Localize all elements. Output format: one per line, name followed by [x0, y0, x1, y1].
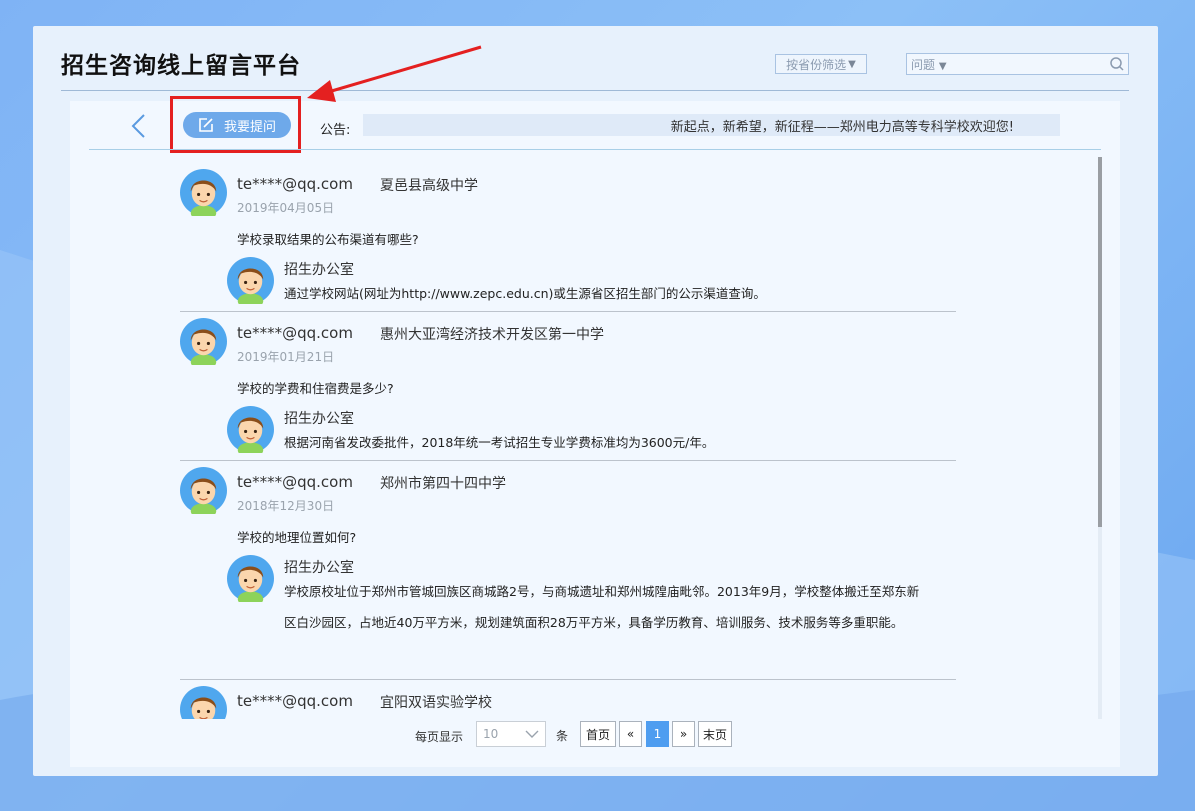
search-category-label: 问题	[911, 57, 936, 72]
page-size-value: 10	[483, 727, 499, 741]
per-page-unit: 条	[556, 729, 569, 743]
list-item: te****@qq.com 夏邑县高级中学 2019年04月05日 学校录取结果…	[180, 169, 956, 314]
answer-text: 根据河南省发改委批件，2018年统一考试招生专业学费标准均为3600元/年。	[284, 435, 715, 450]
question-text: 学校的地理位置如何?	[237, 530, 357, 545]
next-page-button[interactable]: »	[672, 721, 695, 747]
list-item: te****@qq.com 惠州大亚湾经济技术开发区第一中学 2019年01月2…	[180, 318, 956, 463]
post-divider	[180, 311, 956, 312]
replier-name: 招生办公室	[284, 560, 354, 576]
user-avatar	[180, 318, 227, 365]
user-email: te****@qq.com	[237, 175, 353, 193]
toolbar-divider	[89, 149, 1101, 150]
prev-page-button[interactable]: «	[619, 721, 642, 747]
main-window: 招生咨询线上留言平台 按省份筛选 ▼ 问题 ▼ 我要提问 公告: 新起点，新希望…	[33, 26, 1158, 776]
user-avatar	[180, 169, 227, 216]
content-panel: 我要提问 公告: 新起点，新希望，新征程——郑州电力高等专科学校欢迎您! te*…	[70, 96, 1120, 767]
notice-marquee: 新起点，新希望，新征程——郑州电力高等专科学校欢迎您!	[363, 114, 1060, 136]
pagination: 每页显示 10 条 首页 « 1 » 末页	[70, 719, 1120, 749]
replier-name: 招生办公室	[284, 262, 354, 278]
user-avatar	[180, 467, 227, 514]
search-category-select[interactable]: 问题 ▼	[911, 56, 947, 73]
user-email: te****@qq.com	[237, 692, 353, 710]
user-school: 夏邑县高级中学	[380, 178, 478, 194]
annotation-highlight-box	[170, 96, 301, 153]
first-page-button[interactable]: 首页	[580, 721, 616, 747]
province-filter-select[interactable]: 按省份筛选 ▼	[775, 54, 867, 74]
notice-text: 新起点，新希望，新征程——郑州电力高等专科学校欢迎您!	[670, 119, 1014, 135]
post-date: 2019年01月21日	[237, 350, 335, 364]
replier-name: 招生办公室	[284, 411, 354, 427]
search-input[interactable]: 问题 ▼	[906, 53, 1129, 75]
answer-text: 通过学校网站(网址为http://www.zepc.edu.cn)或生源省区招生…	[284, 286, 766, 301]
user-email: te****@qq.com	[237, 324, 353, 342]
question-text: 学校的学费和住宿费是多少?	[237, 381, 394, 396]
province-filter-label: 按省份筛选	[786, 57, 847, 72]
question-text: 学校录取结果的公布渠道有哪些?	[237, 232, 419, 247]
message-list[interactable]: te****@qq.com 夏邑县高级中学 2019年04月05日 学校录取结果…	[70, 153, 1110, 719]
user-avatar	[180, 686, 227, 719]
user-school: 宜阳双语实验学校	[380, 695, 492, 711]
scrollbar-thumb[interactable]	[1098, 157, 1102, 527]
user-school: 郑州市第四十四中学	[380, 476, 506, 492]
caret-down-icon: ▼	[848, 58, 856, 70]
user-email: te****@qq.com	[237, 473, 353, 491]
per-page-label: 每页显示	[415, 730, 464, 744]
scrollbar[interactable]	[1098, 157, 1102, 719]
page-size-select[interactable]: 10	[476, 721, 546, 747]
admin-avatar	[227, 406, 274, 453]
page-title: 招生咨询线上留言平台	[61, 53, 301, 79]
answer-text: 学校原校址位于郑州市管城回族区商城路2号，与商城遗址和郑州城隍庙毗邻。2013年…	[284, 584, 920, 630]
list-item: te****@qq.com 郑州市第四十四中学 2018年12月30日 学校的地…	[180, 467, 956, 682]
admin-avatar	[227, 555, 274, 602]
page-1-button[interactable]: 1	[646, 721, 669, 747]
post-date: 2019年04月05日	[237, 201, 335, 215]
user-school: 惠州大亚湾经济技术开发区第一中学	[380, 327, 604, 343]
post-divider	[180, 460, 956, 461]
list-item: te****@qq.com 宜阳双语实验学校	[180, 686, 956, 719]
admin-avatar	[227, 257, 274, 304]
header-divider	[61, 90, 1129, 91]
caret-down-icon: ▼	[938, 60, 947, 72]
post-divider	[180, 679, 956, 680]
notice-label: 公告:	[320, 123, 351, 138]
search-icon[interactable]	[1109, 56, 1125, 72]
post-date: 2018年12月30日	[237, 499, 335, 513]
chevron-down-icon	[525, 730, 539, 738]
last-page-button[interactable]: 末页	[698, 721, 732, 747]
back-arrow-icon[interactable]	[130, 113, 148, 139]
